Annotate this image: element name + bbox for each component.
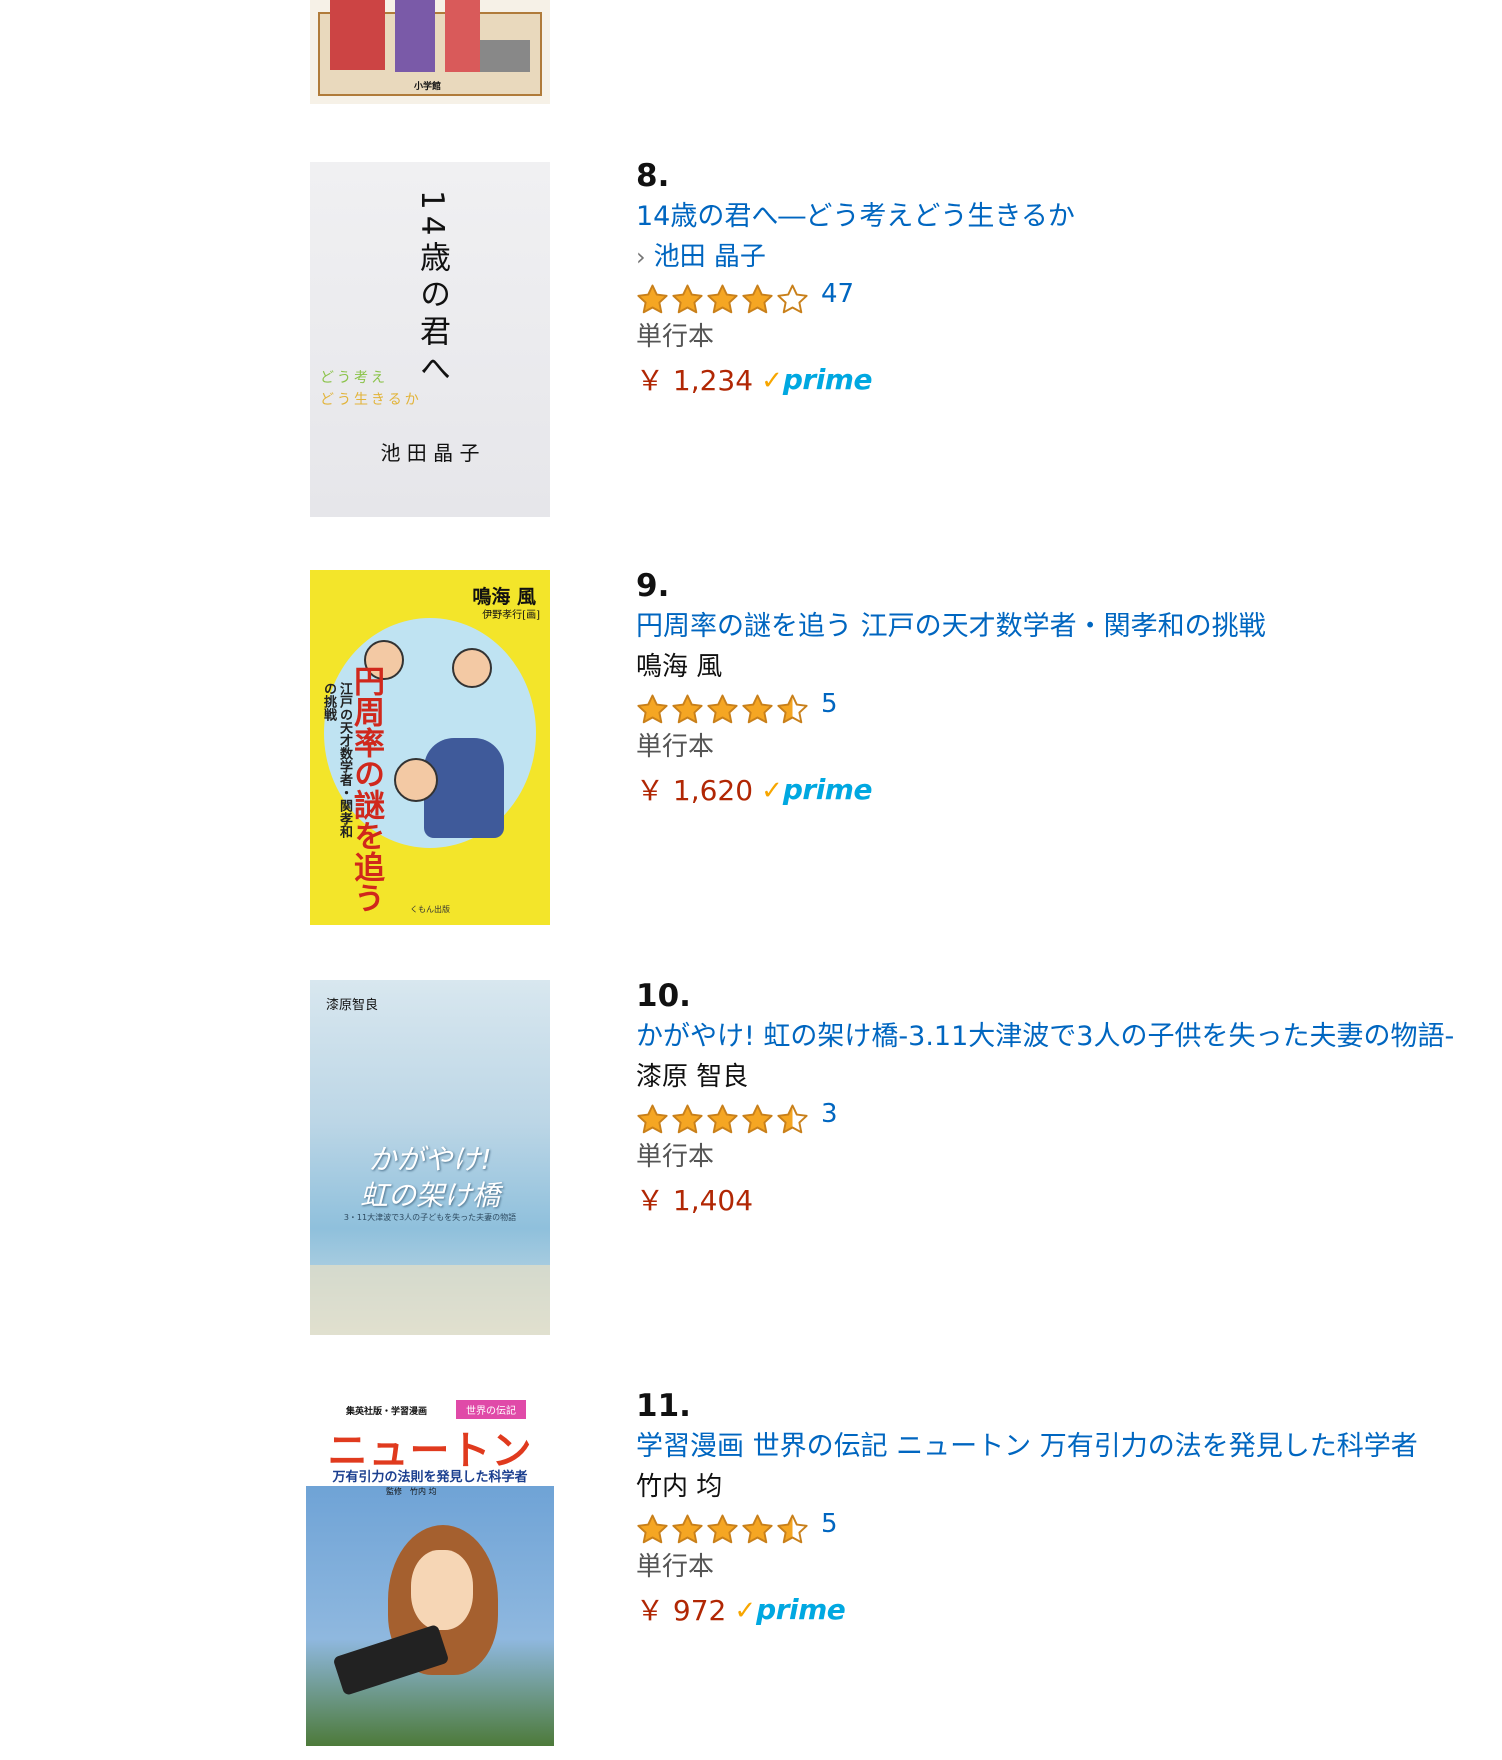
cover-author: 鳴海 風: [472, 586, 536, 608]
prime-badge: ✓ prime: [761, 363, 873, 396]
product-info: 10. かがやけ! 虹の架け橋-3.11大津波で3人の子供を失った夫妻の物語- …: [636, 978, 1502, 1217]
price-row: ￥ 1,234 ✓ prime: [636, 362, 1502, 397]
chevron-right-icon: ›: [636, 243, 646, 271]
cover-publisher: くもん出版: [410, 905, 450, 914]
star-rating[interactable]: [636, 283, 811, 316]
price: ￥ 1,620: [636, 774, 754, 807]
prime-label: prime: [782, 363, 873, 396]
cover-supervisor: 監修 竹内 均: [386, 1487, 437, 1496]
star-full-icon: [707, 1514, 738, 1543]
price: ￥ 1,234: [636, 364, 754, 397]
star-full-icon: [637, 1514, 668, 1543]
book-cover-partial[interactable]: 小学館: [310, 0, 550, 104]
star-rating[interactable]: [636, 1103, 811, 1136]
cover-title: 円周率の謎を追う: [348, 665, 384, 913]
star-full-icon: [637, 694, 668, 723]
star-full-icon: [672, 284, 703, 313]
cover-author: 漆原智良: [326, 998, 379, 1013]
star-full-icon: [637, 1104, 668, 1133]
format-label: 単行本: [636, 1552, 715, 1582]
product-info: 11. 学習漫画 世界の伝記 ニュートン 万有引力の法を発見した科学者 竹内 均…: [636, 1388, 1502, 1627]
product-info: 9. 円周率の謎を追う 江戸の天才数学者・関孝和の挑戦 鳴海 風 5 単行本 ￥…: [636, 568, 1502, 807]
book-cover[interactable]: 14歳の君へ どう考え どう生きるか 池 田 晶 子: [310, 162, 550, 517]
review-count-link[interactable]: 3: [821, 1099, 838, 1129]
star-rating[interactable]: [636, 693, 811, 726]
star-half-icon: [777, 1104, 808, 1133]
prime-label: prime: [782, 773, 873, 806]
star-full-icon: [742, 1514, 773, 1543]
rating-row: 3: [636, 1099, 1502, 1136]
star-full-icon: [672, 1104, 703, 1133]
star-half-icon: [777, 694, 808, 723]
prime-badge: ✓ prime: [734, 1593, 846, 1626]
prime-badge: ✓ prime: [761, 773, 873, 806]
star-full-icon: [707, 1104, 738, 1133]
price: ￥ 1,404: [636, 1184, 754, 1217]
star-full-icon: [707, 694, 738, 723]
rank-number: 9.: [636, 568, 670, 604]
author-name: 池田 晶子: [653, 242, 766, 272]
book-cover[interactable]: 鳴海 風 伊野孝行[画] 円周率の謎を追う 江戸の天才数学者・関孝和の挑戦 くも…: [310, 570, 550, 925]
format-label: 単行本: [636, 732, 715, 762]
product-title-link[interactable]: 14歳の君へ―どう考えどう生きるか: [636, 200, 1502, 234]
rank-number: 8.: [636, 158, 670, 194]
cover-subtitle: 江戸の天才数学者・関孝和の挑戦: [321, 682, 352, 838]
cover-author: 池 田 晶 子: [380, 441, 480, 465]
book-cover[interactable]: 集英社版・学習漫画 世界の伝記 ニュートン 万有引力の法則を発見した科学者 監修…: [306, 1390, 554, 1746]
cover-series: 集英社版・学習漫画: [346, 1407, 428, 1417]
star-full-icon: [637, 284, 668, 313]
cover-subtitle: 万有引力の法則を発見した科学者: [332, 1470, 528, 1485]
price-row: ￥ 1,404 ✓prime: [636, 1182, 1502, 1217]
price: ￥ 972: [636, 1594, 727, 1627]
cover-title-2: 虹の架け橋: [359, 1179, 500, 1212]
price-row: ￥ 972 ✓ prime: [636, 1592, 1502, 1627]
product-title-link[interactable]: 円周率の謎を追う 江戸の天才数学者・関孝和の挑戦: [636, 610, 1502, 644]
cover-illustrator: 伊野孝行[画]: [482, 610, 540, 621]
cover-subtitle-2: どう生きるか: [320, 392, 422, 408]
prime-label: prime: [756, 1593, 846, 1626]
rank-number: 11.: [636, 1388, 691, 1424]
format-label: 単行本: [636, 1142, 715, 1172]
author-link[interactable]: › 池田 晶子: [636, 240, 1502, 274]
star-full-icon: [707, 284, 738, 313]
star-rating[interactable]: [636, 1513, 811, 1546]
star-full-icon: [742, 694, 773, 723]
cover-subtitle-1: どう考え: [320, 370, 388, 386]
star-full-icon: [672, 694, 703, 723]
review-count-link[interactable]: 47: [821, 279, 854, 309]
prime-check-icon: ✓: [761, 366, 783, 396]
cover-title: 14歳の君へ: [414, 190, 450, 390]
cover-title-1: かがやけ!: [368, 1143, 492, 1176]
format-label: 単行本: [636, 322, 715, 352]
cover-publisher: 小学館: [414, 82, 442, 92]
prime-check-icon: ✓: [734, 1596, 757, 1626]
product-title-link[interactable]: かがやけ! 虹の架け橋-3.11大津波で3人の子供を失った夫妻の物語-: [636, 1020, 1502, 1054]
star-full-icon: [672, 1514, 703, 1543]
price-row: ￥ 1,620 ✓ prime: [636, 772, 1502, 807]
review-count-link[interactable]: 5: [821, 1509, 838, 1539]
rating-row: 5: [636, 689, 1502, 726]
author-name: 鳴海 風: [636, 652, 723, 682]
star-half-icon: [777, 1514, 808, 1543]
star-full-icon: [742, 1104, 773, 1133]
rating-row: 5: [636, 1509, 1502, 1546]
review-count-link[interactable]: 5: [821, 689, 838, 719]
cover-series-badge: 世界の伝記: [456, 1400, 526, 1419]
prime-check-icon: ✓: [761, 776, 783, 806]
author-name: 竹内 均: [636, 1472, 723, 1502]
author-name: 漆原 智良: [636, 1062, 749, 1092]
cover-subtitle: 3・11大津波で3人の子どもを失った夫妻の物語: [343, 1213, 517, 1222]
star-empty-icon: [777, 284, 808, 313]
star-full-icon: [742, 284, 773, 313]
product-info: 8. 14歳の君へ―どう考えどう生きるか › 池田 晶子 47 単行本 ￥ 1,2…: [636, 158, 1502, 397]
rank-number: 10.: [636, 978, 691, 1014]
book-cover[interactable]: 漆原智良 かがやけ! 虹の架け橋 3・11大津波で3人の子どもを失った夫妻の物語: [310, 980, 550, 1335]
product-title-link[interactable]: 学習漫画 世界の伝記 ニュートン 万有引力の法を発見した科学者: [636, 1430, 1502, 1464]
rating-row: 47: [636, 279, 1502, 316]
